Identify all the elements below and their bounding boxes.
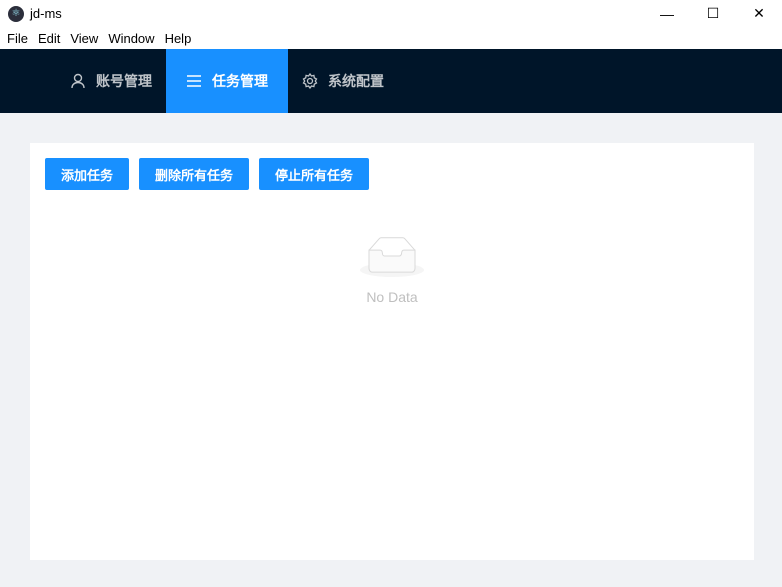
menu-icon <box>187 75 201 87</box>
empty-state: No Data <box>30 237 754 305</box>
close-button[interactable]: ✕ <box>736 0 782 27</box>
nav-tasks[interactable]: 任务管理 <box>166 49 288 113</box>
user-icon <box>71 73 85 89</box>
menu-window[interactable]: Window <box>103 31 159 46</box>
menu-edit[interactable]: Edit <box>33 31 65 46</box>
nav-accounts[interactable]: 账号管理 <box>56 49 166 113</box>
gear-icon <box>302 73 318 89</box>
delete-all-tasks-button[interactable]: 删除所有任务 <box>139 158 250 190</box>
top-nav: 账号管理 任务管理 系统配置 <box>0 49 782 113</box>
title-bar: ⚛ jd-ms — ☐ ✕ <box>0 0 782 27</box>
menu-file[interactable]: File <box>2 31 33 46</box>
menu-bar: File Edit View Window Help <box>0 27 782 49</box>
minimize-button[interactable]: — <box>644 0 690 27</box>
maximize-button[interactable]: ☐ <box>690 0 736 27</box>
nav-label: 任务管理 <box>212 73 268 89</box>
task-panel: 添加任务 删除所有任务 停止所有任务 No Data <box>30 143 754 560</box>
nav-settings[interactable]: 系统配置 <box>288 49 398 113</box>
nav-label: 系统配置 <box>328 73 384 89</box>
menu-view[interactable]: View <box>65 31 103 46</box>
empty-text: No Data <box>366 289 418 305</box>
app-icon: ⚛ <box>8 5 24 22</box>
window-title: jd-ms <box>30 6 62 21</box>
stop-all-tasks-button[interactable]: 停止所有任务 <box>259 158 370 190</box>
empty-inbox-icon <box>360 237 424 277</box>
menu-help[interactable]: Help <box>160 31 197 46</box>
add-task-button[interactable]: 添加任务 <box>45 158 130 190</box>
nav-label: 账号管理 <box>96 73 152 89</box>
